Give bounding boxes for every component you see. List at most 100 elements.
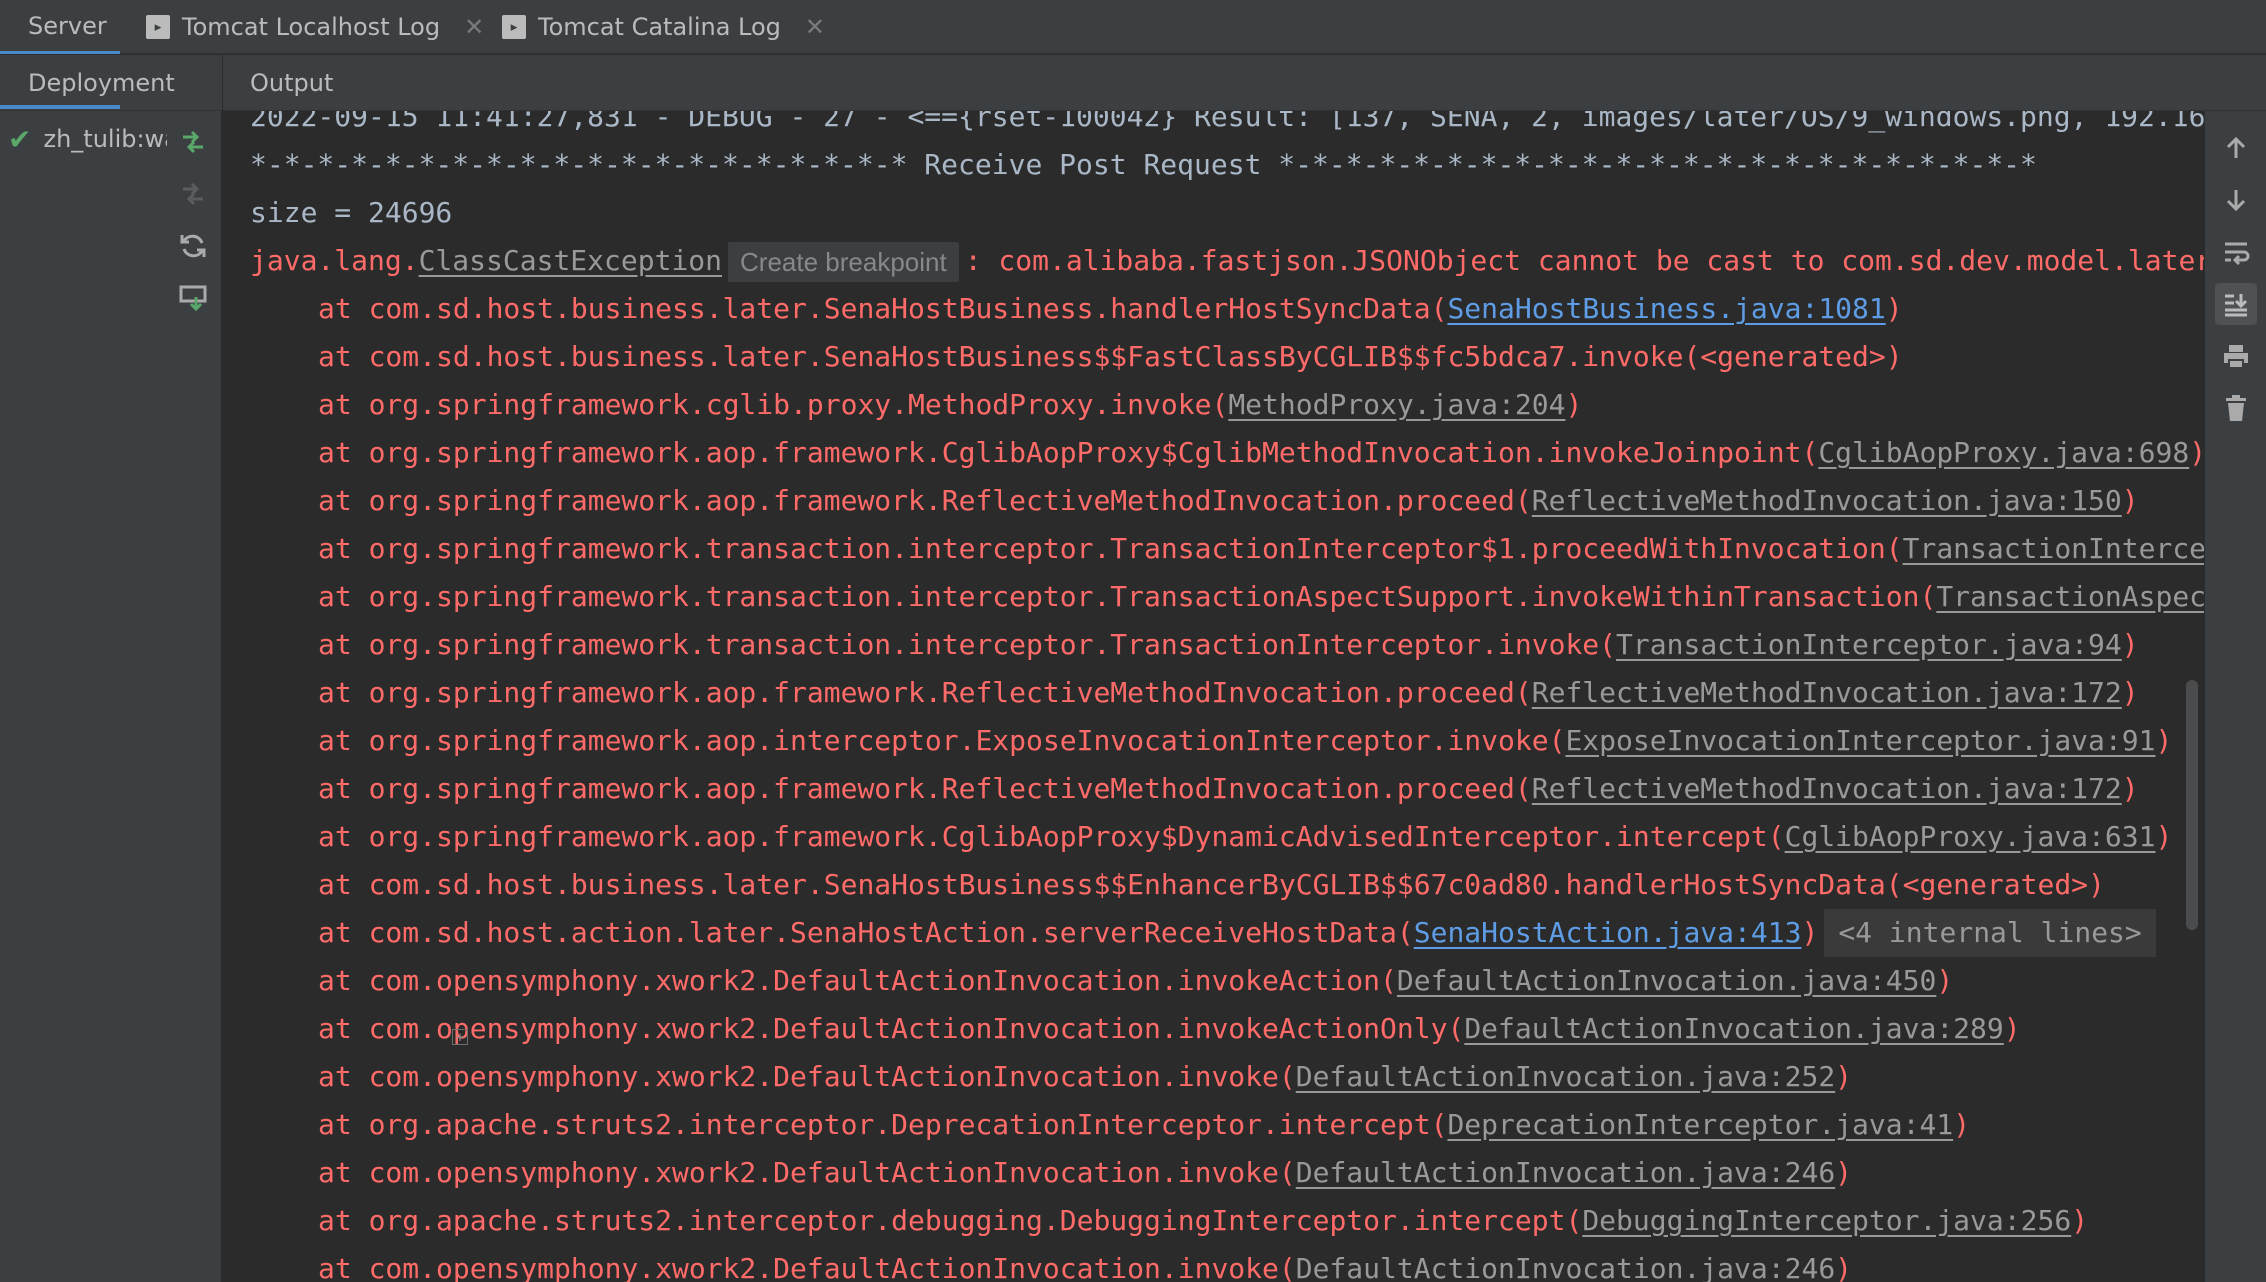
- stack-frame: at org.springframework.aop.framework.Ref…: [250, 477, 2204, 525]
- exception-line: java.lang.ClassCastException Create break…: [250, 237, 2204, 285]
- exception-message: : com.alibaba.fastjson.JSONObject cannot…: [964, 244, 2204, 277]
- deploy-all-button[interactable]: [176, 125, 210, 159]
- stack-frame: at com.sd.host.action.later.SenaHostActi…: [250, 909, 2204, 957]
- stack-frame-text: at org.springframework.transaction.inter…: [318, 580, 1937, 613]
- stack-frame: at org.springframework.aop.framework.Ref…: [250, 765, 2204, 813]
- header-divider: [222, 55, 223, 111]
- stack-frame-close: ): [2121, 772, 2139, 805]
- scroll-to-end-button[interactable]: [2215, 283, 2257, 325]
- source-link[interactable]: TransactionAspectSupport.java:260: [1936, 580, 2204, 613]
- source-link[interactable]: SenaHostBusiness.java:1081: [1447, 292, 1885, 325]
- stack-frame-text: at org.springframework.aop.framework.Ref…: [318, 484, 1532, 517]
- print-button[interactable]: [2215, 335, 2257, 377]
- stack-frame-text: at org.springframework.transaction.inter…: [318, 628, 1617, 661]
- stack-frame: at org.springframework.cglib.proxy.Metho…: [250, 381, 2204, 429]
- undeploy-button[interactable]: [176, 177, 210, 211]
- stack-frame-close: ): [1835, 1156, 1853, 1189]
- source-link[interactable]: ReflectiveMethodInvocation.java:150: [1532, 484, 2122, 517]
- arrow-down-icon: [2226, 190, 2246, 212]
- stack-frame-text: at com.sd.host.business.later.SenaHostBu…: [318, 340, 1903, 373]
- stack-frame-text: at com.sd.host.action.later.SenaHostActi…: [318, 916, 1414, 949]
- stack-frame: at com.opensymphony.xwork2.DefaultAction…: [250, 1149, 2204, 1197]
- stack-frame: at org.springframework.aop.interceptor.E…: [250, 717, 2204, 765]
- exception-prefix: java.lang.: [250, 244, 419, 277]
- stack-frame-close: ): [2121, 484, 2139, 517]
- stack-frame-text: at com.opensymphony.xwork2.DefaultAction…: [318, 964, 1397, 997]
- refresh-button[interactable]: [176, 229, 210, 263]
- stack-frame: at org.springframework.aop.framework.Ref…: [250, 669, 2204, 717]
- stack-frame-close: ): [2121, 628, 2139, 661]
- console-scrollbar[interactable]: [2186, 680, 2198, 930]
- source-link[interactable]: ExposeInvocationInterceptor.java:91: [1565, 724, 2155, 757]
- console-text: 2022-09-15 11:41:27,831 - DEBUG - 27 - <…: [250, 111, 2204, 1282]
- stack-trace: at com.sd.host.business.later.SenaHostBu…: [250, 285, 2204, 1282]
- deploy-down-button[interactable]: [176, 281, 210, 315]
- stack-frame: at org.apache.struts2.interceptor.debugg…: [250, 1197, 2204, 1245]
- close-tab-icon[interactable]: ✕: [805, 13, 825, 41]
- clear-all-button[interactable]: [2215, 387, 2257, 429]
- tab-server-label: Server: [28, 11, 107, 40]
- stack-frame-close: ): [2003, 1012, 2021, 1045]
- log-line: 2022-09-15 11:41:27,831 - DEBUG - 27 - <…: [250, 111, 2204, 133]
- stack-frame: at org.springframework.aop.framework.Cgl…: [250, 813, 2204, 861]
- source-link[interactable]: TransactionInterceptor.java:94: [1616, 628, 2122, 661]
- stack-frame: at org.apache.struts2.interceptor.Deprec…: [250, 1101, 2204, 1149]
- expand-fold-icon[interactable]: +: [452, 1029, 468, 1046]
- log-line: *-*-*-*-*-*-*-*-*-*-*-*-*-*-*-*-*-*-*-* …: [250, 148, 2037, 181]
- stack-frame-close: ): [1953, 1108, 1971, 1141]
- stack-frame-close: ): [2071, 1204, 2089, 1237]
- source-link[interactable]: MethodProxy.java:204: [1228, 388, 1565, 421]
- deploy-icon: [183, 130, 203, 154]
- stack-frame: at com.sd.host.business.later.SenaHostBu…: [250, 285, 2204, 333]
- source-link[interactable]: CglibAopProxy.java:631: [1785, 820, 2156, 853]
- source-link[interactable]: SenaHostAction.java:413: [1414, 916, 1802, 949]
- source-link[interactable]: DefaultActionInvocation.java:450: [1397, 964, 1936, 997]
- soft-wrap-button[interactable]: [2215, 231, 2257, 273]
- stack-frame-text: at com.sd.host.business.later.SenaHostBu…: [318, 292, 1448, 325]
- source-link[interactable]: DeprecationInterceptor.java:41: [1447, 1108, 1953, 1141]
- tab-tomcat-catalina-log[interactable]: ▸ Tomcat Catalina Log ✕: [502, 0, 825, 54]
- stack-frame-close: ): [2155, 724, 2173, 757]
- source-link[interactable]: ReflectiveMethodInvocation.java:172: [1532, 772, 2122, 805]
- stack-frame-text: at org.apache.struts2.interceptor.Deprec…: [318, 1108, 1448, 1141]
- source-link[interactable]: ReflectiveMethodInvocation.java:172: [1532, 676, 2122, 709]
- stack-frame-close: ): [1835, 1252, 1853, 1282]
- stack-frame: at com.opensymphony.xwork2.DefaultAction…: [250, 957, 2204, 1005]
- log-line: size = 24696: [250, 196, 453, 229]
- source-link[interactable]: DebuggingInterceptor.java:256: [1582, 1204, 2071, 1237]
- create-breakpoint-chip[interactable]: Create breakpoint: [728, 242, 959, 282]
- stack-frame-text: at com.opensymphony.xwork2.DefaultAction…: [318, 1252, 1296, 1282]
- output-console[interactable]: 2022-09-15 11:41:27,831 - DEBUG - 27 - <…: [223, 111, 2204, 1282]
- scroll-to-end-icon: [2225, 294, 2248, 317]
- tab-catalina-log-label: Tomcat Catalina Log: [538, 13, 781, 41]
- stack-frame-text: at com.sd.host.business.later.SenaHostBu…: [318, 868, 2105, 901]
- internal-lines-chip[interactable]: <4 internal lines>: [1824, 909, 2156, 957]
- panel-header: Deployment Output: [0, 55, 2266, 111]
- close-tab-icon[interactable]: ✕: [464, 13, 484, 41]
- exception-class-link[interactable]: ClassCastException: [419, 244, 722, 277]
- trash-icon: [2226, 395, 2246, 421]
- tab-server[interactable]: Server: [0, 0, 120, 54]
- soft-wrap-icon: [2225, 242, 2250, 265]
- deployment-header: Deployment: [28, 69, 175, 97]
- stack-frame-close: ): [1565, 388, 1583, 421]
- source-link[interactable]: CglibAopProxy.java:698: [1818, 436, 2189, 469]
- source-link[interactable]: DefaultActionInvocation.java:246: [1296, 1252, 1835, 1282]
- stack-frame-text: at org.springframework.aop.framework.Ref…: [318, 772, 1532, 805]
- stack-frame-close: ): [1936, 964, 1954, 997]
- stack-frame-text: at org.springframework.aop.framework.Ref…: [318, 676, 1532, 709]
- tab-tomcat-localhost-log[interactable]: ▸ Tomcat Localhost Log ✕: [146, 0, 484, 54]
- source-link[interactable]: TransactionInterceptor.java:96: [1903, 532, 2204, 565]
- stack-frame-text: at org.springframework.aop.framework.Cgl…: [318, 436, 1819, 469]
- stack-frame-close: ): [2155, 820, 2173, 853]
- print-icon: [2224, 345, 2248, 369]
- source-link[interactable]: DefaultActionInvocation.java:252: [1296, 1060, 1835, 1093]
- stack-frame-text: at com.opensymphony.xwork2.DefaultAction…: [318, 1156, 1296, 1189]
- source-link[interactable]: DefaultActionInvocation.java:246: [1296, 1156, 1835, 1189]
- deployment-header-underline: [0, 105, 120, 109]
- deployment-item[interactable]: ✔ zh_tulib:war exploded: [8, 119, 167, 159]
- source-link[interactable]: DefaultActionInvocation.java:289: [1464, 1012, 2003, 1045]
- scroll-down-button[interactable]: [2215, 179, 2257, 221]
- scroll-up-button[interactable]: [2215, 127, 2257, 169]
- tool-window-tab-bar: Server ▸ Tomcat Localhost Log ✕ ▸ Tomcat…: [0, 0, 2266, 54]
